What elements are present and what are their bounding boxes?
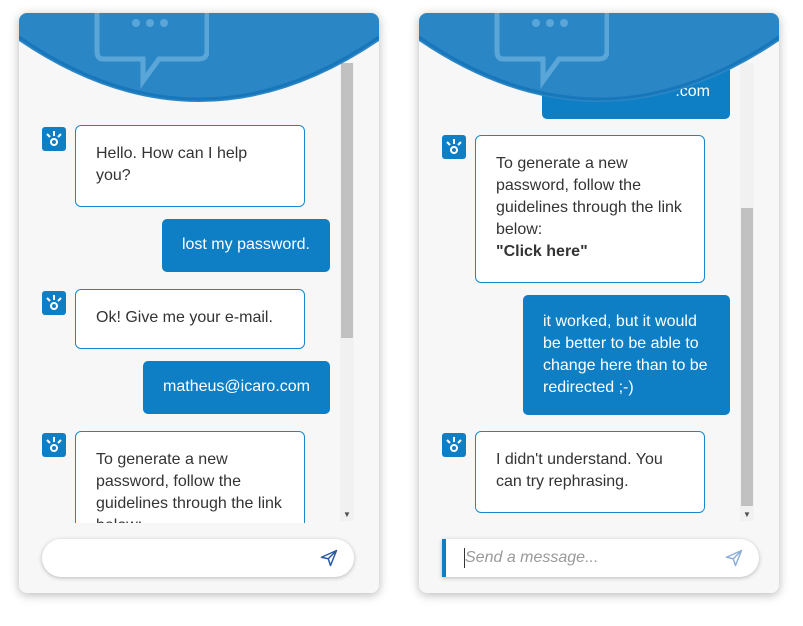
bot-message: Hello. How can I help you? (75, 125, 305, 207)
chat-bubble-icon (93, 13, 210, 94)
chat-widget-right: .com To generate a new password, follow … (419, 13, 779, 593)
message-input-placeholder: Send a message... (465, 549, 599, 566)
bot-avatar-icon (442, 135, 466, 159)
message-input[interactable]: Send a message... (442, 539, 759, 577)
scrollbar[interactable]: ▼ (740, 63, 754, 521)
send-icon[interactable] (320, 549, 338, 567)
bot-message: Ok! Give me your e-mail. (75, 289, 305, 349)
bot-avatar-icon (42, 291, 66, 315)
scroll-down-icon[interactable]: ▼ (340, 509, 354, 521)
message-input[interactable] (42, 539, 354, 577)
bot-avatar-icon (42, 127, 66, 151)
send-icon[interactable] (725, 549, 743, 567)
chat-bubble-icon (493, 13, 610, 94)
chat-widget-left: Hello. How can I help you? lost my passw… (19, 13, 379, 593)
scrollbar[interactable]: ▼ (340, 63, 354, 521)
scrollbar-thumb[interactable] (741, 208, 753, 506)
user-message: matheus@icaro.com (143, 361, 330, 414)
bot-avatar-icon (42, 433, 66, 457)
bot-message: To generate a new password, follow the g… (475, 135, 705, 283)
bot-message: I didn't understand. You can try rephras… (475, 431, 705, 513)
user-message: it worked, but it would be better to be … (523, 295, 730, 415)
bot-avatar-icon (442, 433, 466, 457)
bot-message: To generate a new password, follow the g… (75, 431, 305, 523)
click-here-link[interactable]: "Click here" (496, 243, 588, 260)
user-message: lost my password. (161, 219, 330, 272)
scroll-down-icon[interactable]: ▼ (740, 509, 754, 521)
bot-message-text: To generate a new password, follow the g… (496, 155, 682, 238)
